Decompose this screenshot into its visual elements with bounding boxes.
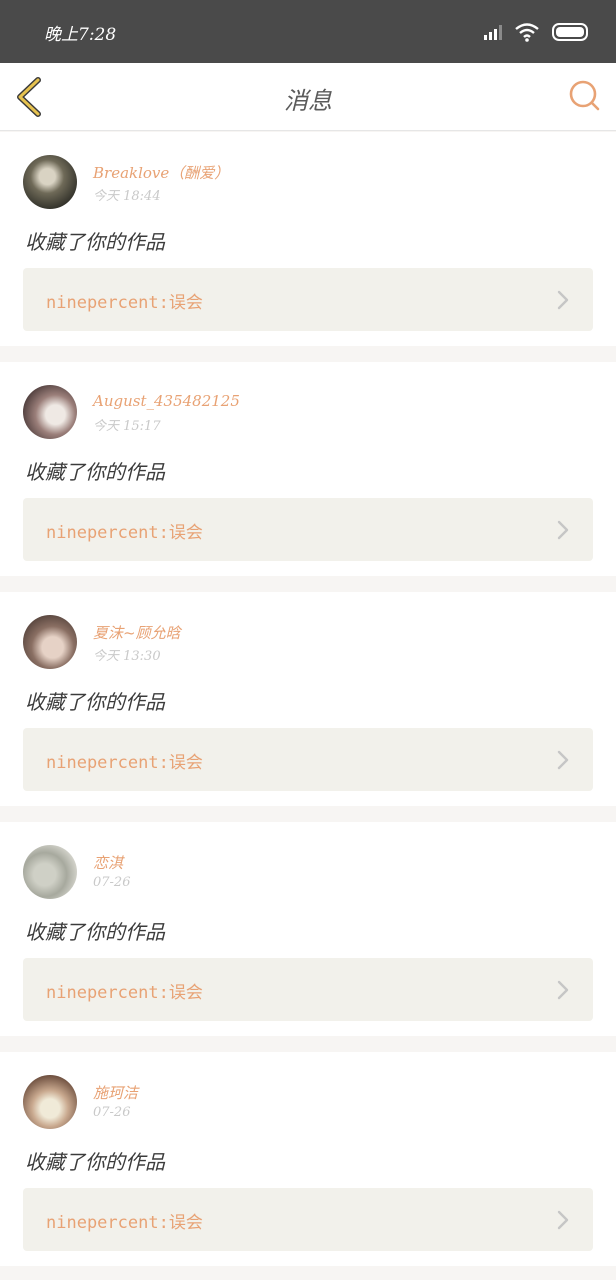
message-time: 今天 15:17 — [93, 419, 161, 434]
user-name[interactable]: August_435482125 — [93, 392, 240, 410]
work-link[interactable]: ninepercent:误会 — [23, 728, 593, 791]
wifi-icon — [514, 22, 540, 42]
user-name[interactable]: 恋淇 — [93, 852, 123, 873]
work-title: ninepercent:误会 — [46, 293, 203, 313]
user-name[interactable]: 夏沫~顾允晗 — [93, 622, 181, 643]
page-title: 消息 — [284, 87, 332, 115]
user-name[interactable]: 施珂洁 — [93, 1082, 138, 1103]
status-time: 晚上7:28 — [44, 25, 117, 45]
action-text: 收藏了你的作品 — [25, 920, 165, 944]
message-card: August_435482125 今天 15:17 收藏了你的作品 ninepe… — [0, 362, 616, 576]
search-icon — [569, 80, 600, 111]
signal-icon — [484, 24, 502, 40]
chevron-right-icon — [557, 290, 569, 310]
action-text: 收藏了你的作品 — [25, 460, 165, 484]
message-time: 07-26 — [93, 1105, 131, 1120]
work-title: ninepercent:误会 — [46, 523, 203, 543]
status-icons — [484, 22, 590, 42]
avatar[interactable] — [23, 845, 77, 899]
avatar[interactable] — [23, 615, 77, 669]
avatar[interactable] — [23, 155, 77, 209]
work-title: ninepercent:误会 — [46, 983, 203, 1003]
work-title: ninepercent:误会 — [46, 753, 203, 773]
message-time: 今天 13:30 — [93, 649, 161, 664]
action-text: 收藏了你的作品 — [25, 690, 165, 714]
work-title: ninepercent:误会 — [46, 1213, 203, 1233]
search-button[interactable] — [568, 79, 602, 113]
message-card: 施珂洁 07-26 收藏了你的作品 ninepercent:误会 — [0, 1052, 616, 1266]
action-text: 收藏了你的作品 — [25, 1150, 165, 1174]
work-link[interactable]: ninepercent:误会 — [23, 1188, 593, 1251]
avatar[interactable] — [23, 385, 77, 439]
status-bar: 晚上7:28 — [0, 0, 616, 63]
work-link[interactable]: ninepercent:误会 — [23, 498, 593, 561]
message-card: 恋淇 07-26 收藏了你的作品 ninepercent:误会 — [0, 822, 616, 1036]
chevron-right-icon — [557, 750, 569, 770]
action-text: 收藏了你的作品 — [25, 230, 165, 254]
message-time: 07-26 — [93, 875, 131, 890]
message-time: 今天 18:44 — [93, 189, 161, 204]
message-card: 夏沫~顾允晗 今天 13:30 收藏了你的作品 ninepercent:误会 — [0, 592, 616, 806]
battery-icon — [552, 23, 590, 41]
chevron-right-icon — [557, 520, 569, 540]
work-link[interactable]: ninepercent:误会 — [23, 268, 593, 331]
nav-bar: 消息 — [0, 63, 616, 131]
chevron-right-icon — [557, 1210, 569, 1230]
work-link[interactable]: ninepercent:误会 — [23, 958, 593, 1021]
chevron-right-icon — [557, 980, 569, 1000]
message-card: Breaklove（酬爱） 今天 18:44 收藏了你的作品 nineperce… — [0, 132, 616, 346]
user-name[interactable]: Breaklove（酬爱） — [93, 162, 229, 183]
avatar[interactable] — [23, 1075, 77, 1129]
